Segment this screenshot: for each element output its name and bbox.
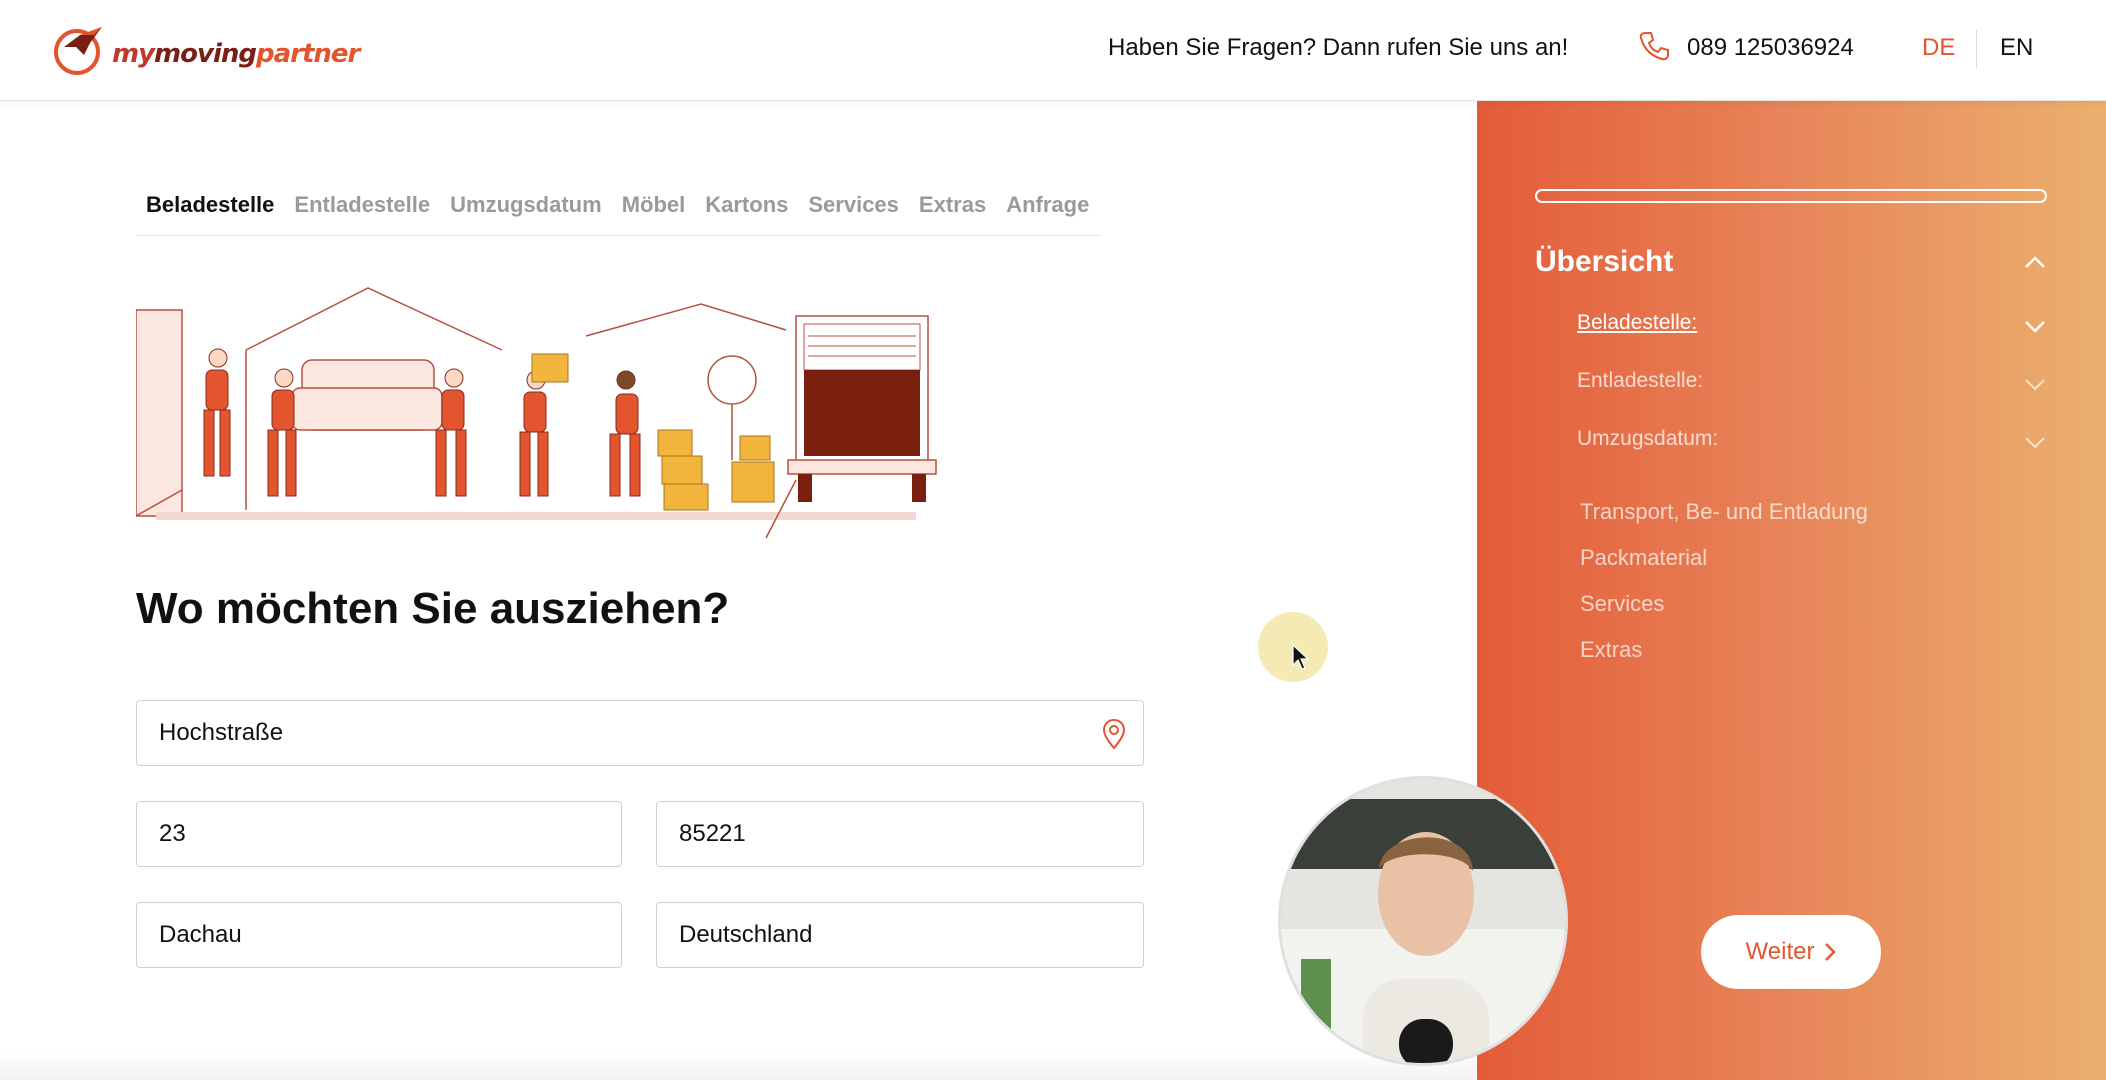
overview-sub-services: Services	[1580, 591, 1665, 616]
logo[interactable]: mymovingpartner	[50, 20, 360, 80]
chevron-down-icon[interactable]	[2023, 377, 2047, 391]
overview-sub-transport: Transport, Be- und Entladung	[1580, 499, 1868, 524]
overview-item-entladestelle[interactable]: Entladestelle:	[1577, 369, 1703, 393]
chevron-down-icon[interactable]	[2023, 319, 2047, 333]
tab-entladestelle[interactable]: Entladestelle	[284, 190, 440, 235]
language-de[interactable]: DE	[1922, 34, 1955, 62]
site-header: mymovingpartner Haben Sie Fragen? Dann r…	[0, 0, 2106, 101]
chevron-right-icon	[1825, 943, 1837, 961]
tab-umzugsdatum[interactable]: Umzugsdatum	[440, 190, 612, 235]
overview-sub-extras: Extras	[1580, 637, 1643, 662]
logo-text: mymovingpartner	[112, 39, 360, 69]
house-number-field[interactable]	[136, 801, 622, 867]
presenter-video-icon	[1281, 779, 1565, 1063]
tab-beladestelle[interactable]: Beladestelle	[136, 190, 284, 235]
city-input[interactable]	[159, 921, 621, 949]
location-pin-icon[interactable]	[1099, 717, 1129, 751]
progress-bar	[1535, 189, 2047, 203]
tab-services[interactable]: Services	[798, 190, 909, 235]
language-en[interactable]: EN	[2000, 34, 2033, 62]
country-field[interactable]	[656, 902, 1144, 968]
logo-mark-icon	[54, 27, 102, 75]
overview-sidebar: Übersicht Beladestelle: Entladestelle: U…	[1477, 101, 2106, 1080]
overview-item-beladestelle[interactable]: Beladestelle:	[1577, 311, 1697, 335]
phone-number-link[interactable]: 089 125036924	[1687, 34, 1854, 62]
tab-extras[interactable]: Extras	[909, 190, 996, 235]
street-field[interactable]	[136, 700, 1144, 766]
chevron-up-icon[interactable]	[2023, 255, 2047, 269]
page-title: Wo möchten Sie ausziehen?	[136, 584, 730, 633]
overview-sub-packmaterial: Packmaterial	[1580, 545, 1708, 570]
mouse-cursor-icon	[1292, 644, 1310, 670]
postal-code-input[interactable]	[679, 820, 1143, 848]
next-button-label: Weiter	[1745, 938, 1815, 965]
bottom-fade	[0, 1050, 1477, 1080]
tab-moebel[interactable]: Möbel	[612, 190, 696, 235]
country-input[interactable]	[679, 921, 1143, 949]
city-field[interactable]	[136, 902, 622, 968]
moving-illustration	[136, 287, 937, 539]
overview-title: Übersicht	[1535, 245, 1674, 278]
next-button[interactable]: Weiter	[1701, 915, 1881, 989]
tab-kartons[interactable]: Kartons	[695, 190, 798, 235]
step-navigation: Beladestelle Entladestelle Umzugsdatum M…	[136, 190, 1102, 236]
chevron-down-icon[interactable]	[2023, 435, 2047, 449]
overview-item-umzugsdatum[interactable]: Umzugsdatum:	[1577, 427, 1718, 451]
webcam-overlay	[1278, 776, 1568, 1066]
language-divider	[1976, 30, 1977, 68]
postal-code-field[interactable]	[656, 801, 1144, 867]
phone-icon[interactable]	[1638, 30, 1670, 62]
tab-anfrage[interactable]: Anfrage	[996, 190, 1099, 235]
street-input[interactable]	[159, 719, 1143, 747]
house-number-input[interactable]	[159, 820, 621, 848]
help-text: Haben Sie Fragen? Dann rufen Sie uns an!	[1108, 34, 1569, 61]
